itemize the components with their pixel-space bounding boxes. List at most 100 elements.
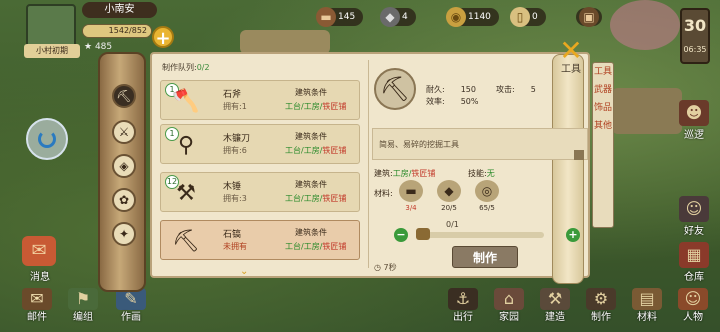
recipe-condition: 建筑条件 bbox=[295, 180, 327, 189]
skill-requirement: 技能:无 bbox=[468, 169, 495, 178]
quantity-slider[interactable] bbox=[418, 232, 544, 238]
population-count: ★ 485 bbox=[84, 42, 113, 52]
background-hut bbox=[240, 30, 330, 54]
material-slot[interactable]: ▬ 3/4 bbox=[398, 180, 424, 212]
group-button[interactable]: ⚑ 编组 bbox=[66, 288, 100, 323]
axe-icon: 🪓 bbox=[172, 89, 200, 114]
item-description: 简易、易碎的挖掘工具 bbox=[372, 128, 588, 160]
category-weapon-icon[interactable]: ⚔ bbox=[112, 120, 136, 144]
resource-wood[interactable]: ▬ 145 bbox=[316, 7, 364, 27]
quantity-slider-handle[interactable] bbox=[416, 228, 430, 240]
pickaxe-icon: ⛏ bbox=[172, 229, 200, 254]
tab-tool[interactable]: 工具 bbox=[593, 63, 613, 81]
sickle-icon: ⚲ bbox=[177, 133, 195, 158]
message-icon[interactable]: ✉ bbox=[22, 236, 56, 266]
building-requirement: 建筑:工房/铁匠铺 bbox=[374, 169, 436, 178]
attack-stat: 攻击: 5 bbox=[496, 85, 536, 94]
build-icon: ⚒ bbox=[540, 288, 570, 310]
warehouse-button[interactable]: ▦ 仓库 bbox=[674, 242, 714, 283]
recipe-condition: 建筑条件 bbox=[295, 228, 327, 237]
quantity-plus-button[interactable]: + bbox=[566, 228, 580, 242]
day-time: 06:35 bbox=[683, 45, 707, 54]
recipe-owned: 拥有:6 bbox=[223, 146, 247, 155]
background-tree bbox=[610, 0, 680, 50]
day-badge: 30 06:35 bbox=[680, 8, 710, 64]
make-button[interactable]: 制作 bbox=[452, 246, 518, 268]
village-level-label: 小村初期 bbox=[24, 44, 80, 58]
message-label: 消息 bbox=[30, 272, 50, 283]
extra-resource-icon: ▣ bbox=[579, 7, 599, 27]
character-icon: ☺ bbox=[678, 288, 708, 310]
material-label: 材料: bbox=[374, 189, 393, 198]
mail-icon: ✉ bbox=[22, 288, 52, 310]
category-other-icon[interactable]: ✦ bbox=[112, 222, 136, 246]
friend-button[interactable]: ☺ 好友 bbox=[674, 196, 714, 237]
build-button[interactable]: ⚒ 建造 bbox=[538, 288, 572, 323]
tab-other[interactable]: 其他 bbox=[593, 117, 613, 135]
recipe-row-selected[interactable]: ⛏ 石镐 未拥有 建筑条件 工台/工房/铁匠铺 bbox=[160, 220, 360, 260]
scroll-right-rod bbox=[552, 54, 584, 284]
material-count: 3/4 bbox=[405, 204, 417, 212]
home-button[interactable]: ⌂ 家园 bbox=[492, 288, 526, 323]
recipe-condition: 建筑条件 bbox=[295, 132, 327, 141]
resource-coin[interactable]: ◉ 1140 bbox=[446, 7, 499, 27]
category-armor-icon[interactable]: ◈ bbox=[112, 154, 136, 178]
background-hut bbox=[612, 88, 682, 134]
group-icon: ⚑ bbox=[68, 288, 98, 310]
friend-icon: ☺ bbox=[679, 196, 709, 222]
recipe-name: 木镰刀 bbox=[223, 134, 251, 144]
material-slot[interactable]: ◎ 65/5 bbox=[474, 180, 500, 212]
craft-button[interactable]: ⚙ 制作 bbox=[584, 288, 618, 323]
character-button[interactable]: ☺ 人物 bbox=[676, 288, 710, 323]
warehouse-icon: ▦ bbox=[679, 242, 709, 268]
craft-icon: ⚙ bbox=[586, 288, 616, 310]
category-accessory-icon[interactable]: ✿ bbox=[112, 188, 136, 212]
travel-icon: ⚓ bbox=[448, 288, 478, 310]
map-button[interactable] bbox=[26, 118, 68, 160]
recipe-requirement: 工台/工房/铁匠铺 bbox=[285, 242, 347, 251]
resource-ore[interactable]: ◆ 4 bbox=[380, 7, 416, 27]
patrol-button[interactable]: ☻ 巡逻 bbox=[674, 100, 714, 141]
rope-icon: ◎ bbox=[475, 180, 499, 202]
category-tool-icon[interactable]: ⛏ bbox=[112, 84, 136, 108]
tab-weapon[interactable]: 武器 bbox=[593, 81, 613, 99]
material-button[interactable]: ▤ 材料 bbox=[630, 288, 664, 323]
add-button[interactable]: + bbox=[152, 26, 174, 49]
quantity-count: 0/1 bbox=[446, 220, 459, 229]
queue-label: 制作队列:0/2 bbox=[162, 63, 210, 72]
category-title: 工具 bbox=[561, 64, 581, 75]
info-icon[interactable] bbox=[574, 150, 584, 160]
material-slot[interactable]: ◆ 20/5 bbox=[436, 180, 462, 212]
craft-time: ◷ 7秒 bbox=[374, 263, 397, 272]
mail-button[interactable]: ✉ 邮件 bbox=[20, 288, 54, 323]
efficiency-stat: 效率: 50% bbox=[426, 97, 479, 106]
home-icon: ⌂ bbox=[494, 288, 524, 310]
recipe-name: 石斧 bbox=[223, 90, 242, 100]
durability-stat: 耐久: 150 bbox=[426, 85, 476, 94]
material-icon: ▤ bbox=[632, 288, 662, 310]
recipe-row[interactable]: 1 ⚲ 木镰刀 拥有:6 建筑条件 工台/工房/铁匠铺 bbox=[160, 124, 360, 164]
recipe-row[interactable]: 1 🪓 石斧 拥有:1 建筑条件 工台/工房/铁匠铺 bbox=[160, 80, 360, 120]
day-number: 30 bbox=[683, 16, 707, 35]
recipe-requirement: 工台/工房/铁匠铺 bbox=[285, 102, 347, 111]
stone-icon: ◆ bbox=[437, 180, 461, 202]
recipe-requirement: 工台/工房/铁匠铺 bbox=[285, 146, 347, 155]
paint-button[interactable]: ✎ 作画 bbox=[114, 288, 148, 323]
chevron-down-icon[interactable]: ⌄ bbox=[240, 266, 248, 277]
recipe-owned: 拥有:3 bbox=[223, 194, 247, 203]
material-count: 65/5 bbox=[479, 204, 495, 212]
coin-icon: ◉ bbox=[446, 7, 466, 27]
recipe-owned: 未拥有 bbox=[223, 242, 247, 251]
resource-extra[interactable]: ▣ bbox=[576, 7, 602, 27]
recipe-name: 木锤 bbox=[223, 182, 242, 192]
travel-button[interactable]: ⚓ 出行 bbox=[446, 288, 480, 323]
quantity-minus-button[interactable]: − bbox=[394, 228, 408, 242]
recipe-row[interactable]: 12 ⚒ 木锤 拥有:3 建筑条件 工台/工房/铁匠铺 bbox=[160, 172, 360, 212]
recipe-requirement: 工台/工房/铁匠铺 bbox=[285, 194, 347, 203]
tab-accessory[interactable]: 饰品 bbox=[593, 99, 613, 117]
resource-scroll[interactable]: ▯ 0 bbox=[510, 7, 546, 27]
pickaxe-icon: ⛏ bbox=[374, 68, 416, 110]
hammer-icon: ⚒ bbox=[176, 181, 196, 206]
map-icon bbox=[38, 130, 56, 148]
patrol-icon: ☻ bbox=[679, 100, 709, 126]
